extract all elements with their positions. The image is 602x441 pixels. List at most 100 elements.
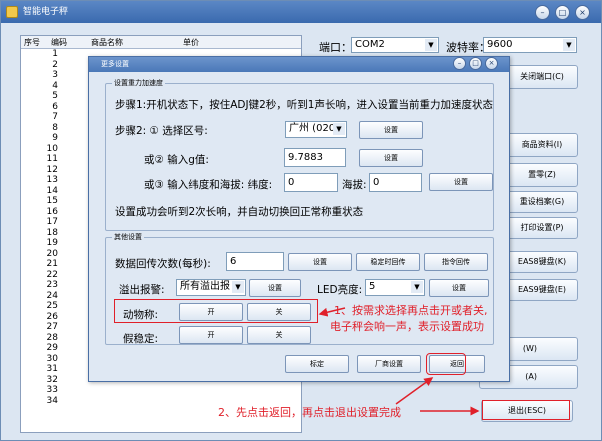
app-title: 智能电子秤 — [23, 7, 69, 17]
table-header: 序号 编码 商品名称 单价 — [21, 36, 301, 49]
row-numbers: 1 2 3 4 5 6 7 8 9 10 11 12 13 14 15 16 17 18 19 20 21 22 23 24 2… — [21, 49, 61, 406]
row-number: 13 — [46, 175, 58, 185]
set-alarm-button[interactable]: 设置 — [249, 279, 301, 297]
minimize-button[interactable]: – — [535, 5, 550, 20]
eas9-keyboard-button[interactable]: EAS9键盘(E) — [506, 279, 578, 301]
row-number: 14 — [46, 185, 58, 196]
chevron-down-icon: ▼ — [333, 123, 345, 135]
chevron-down-icon: ▼ — [425, 39, 437, 51]
gravity-group-label: 设置重力加速度 — [112, 78, 165, 88]
row-number: 23 — [46, 280, 58, 290]
annotation-note1-line2: 电子秤会响一声，表示设置成功 — [330, 320, 484, 333]
row-number: 17 — [46, 217, 58, 227]
reset-file-button[interactable]: 重设档案(G) — [506, 191, 578, 213]
row-number: 21 — [46, 259, 58, 269]
eas8-keyboard-button[interactable]: EAS8键盘(K) — [506, 251, 578, 273]
maximize-button[interactable]: □ — [555, 5, 570, 20]
other-settings-label: 其他设置 — [112, 232, 144, 242]
port-label: 端口： — [319, 41, 352, 54]
port-select[interactable]: COM2 ▼ — [351, 37, 439, 53]
region-select[interactable]: 广州 (020) ▼ — [285, 121, 347, 138]
row-number: 27 — [46, 322, 58, 332]
row-number: 3 — [52, 70, 58, 80]
false-stable-off-button[interactable]: 关 — [247, 326, 311, 344]
chevron-down-icon: ▼ — [411, 281, 423, 293]
title-bar: 智能电子秤 – □ × — [1, 1, 601, 23]
annotation-box-on-off — [114, 299, 318, 323]
row-number: 34 — [46, 395, 58, 406]
annotation-box-back — [426, 353, 466, 375]
overflow-alarm-value: 所有溢出报 — [180, 281, 230, 292]
row-number: 16 — [46, 206, 58, 217]
row-number: 10 — [46, 143, 58, 154]
col-header-code: 编码 — [51, 38, 67, 47]
altitude-label: 海拔: — [342, 179, 367, 191]
send-rate-label: 数据回传次数(每秒): — [115, 258, 211, 270]
row-number: 7 — [52, 112, 58, 122]
success-text: 设置成功会听到2次长响，并自动切换回正常称重状态 — [115, 206, 364, 218]
overflow-alarm-select[interactable]: 所有溢出报 ▼ — [176, 279, 246, 296]
altitude-input[interactable]: 0 — [369, 173, 422, 192]
overflow-alarm-label: 溢出报警: — [119, 284, 165, 296]
annotation-note1-line1: 1、按需求选择再点击开或者关, — [334, 304, 488, 317]
row-number: 24 — [46, 290, 58, 301]
chevron-down-icon: ▼ — [563, 39, 575, 51]
product-data-button[interactable]: 商品资料(I) — [506, 133, 578, 157]
col-header-price: 单价 — [183, 38, 199, 47]
row-number: 4 — [52, 80, 58, 91]
dialog-maximize-button[interactable]: □ — [469, 57, 482, 70]
row-number: 29 — [46, 343, 58, 353]
false-stable-label: 假稳定: — [123, 333, 159, 345]
set-region-button[interactable]: 设置 — [359, 121, 423, 139]
port-value: COM2 — [355, 39, 385, 50]
row-number: 1 — [52, 49, 58, 59]
row-number: 31 — [46, 364, 58, 374]
set-send-rate-button[interactable]: 设置 — [288, 253, 352, 271]
false-stable-on-button[interactable]: 开 — [179, 326, 243, 344]
row-number: 11 — [46, 154, 58, 164]
step1-text: 步骤1:开机状态下，按住ADJ键2秒，听到1声长响，进入设置当前重力加速度状态 — [115, 99, 493, 111]
latitude-input[interactable]: 0 — [284, 173, 338, 192]
col-header-index: 序号 — [24, 38, 40, 47]
led-brightness-label: LED亮度: — [317, 284, 363, 296]
annotation-note2: 2、先点击返回，再点击退出设置完成 — [218, 406, 401, 419]
close-button[interactable]: × — [575, 5, 590, 20]
col-header-name: 商品名称 — [91, 38, 123, 47]
print-settings-button[interactable]: 打印设置(P) — [506, 217, 578, 239]
led-brightness-value: 5 — [369, 281, 376, 292]
region-value: 广州 (020) — [289, 123, 340, 134]
row-number: 6 — [52, 101, 58, 112]
row-number: 25 — [46, 301, 58, 311]
row-number: 15 — [46, 196, 58, 206]
close-port-button[interactable]: 关闭端口(C) — [506, 65, 578, 89]
row-number: 22 — [46, 269, 58, 280]
chevron-down-icon: ▼ — [232, 281, 244, 293]
dialog-minimize-button[interactable]: – — [453, 57, 466, 70]
set-g-button[interactable]: 设置 — [359, 149, 423, 167]
row-number: 19 — [46, 238, 58, 248]
stable-send-button[interactable]: 稳定时回传 — [356, 253, 420, 271]
g-value-input[interactable]: 9.7883 — [284, 148, 346, 167]
dialog-close-button[interactable]: × — [485, 57, 498, 70]
zero-button[interactable]: 置零(Z) — [506, 163, 578, 187]
dialog-title: 更多设置 — [89, 57, 509, 72]
baud-value: 9600 — [487, 39, 513, 50]
factory-settings-button[interactable]: 厂商设置 — [357, 355, 421, 373]
row-number: 8 — [52, 122, 58, 133]
app-icon — [6, 6, 18, 18]
calibrate-button[interactable]: 标定 — [285, 355, 349, 373]
row-number: 18 — [46, 227, 58, 238]
baud-select[interactable]: 9600 ▼ — [483, 37, 577, 53]
led-brightness-select[interactable]: 5 ▼ — [365, 279, 425, 296]
set-led-button[interactable]: 设置 — [429, 279, 489, 297]
row-number: 28 — [46, 332, 58, 343]
row-number: 33 — [46, 385, 58, 395]
command-send-button[interactable]: 指令回传 — [424, 253, 488, 271]
set-lat-alt-button[interactable]: 设置 — [429, 173, 493, 191]
send-rate-input[interactable]: 6 — [226, 252, 284, 271]
row-number: 30 — [46, 353, 58, 364]
row-number: 26 — [46, 311, 58, 322]
annotation-box-exit — [482, 400, 570, 420]
row-number: 32 — [46, 374, 58, 385]
or2-label: 或② 输入g值: — [144, 154, 209, 166]
